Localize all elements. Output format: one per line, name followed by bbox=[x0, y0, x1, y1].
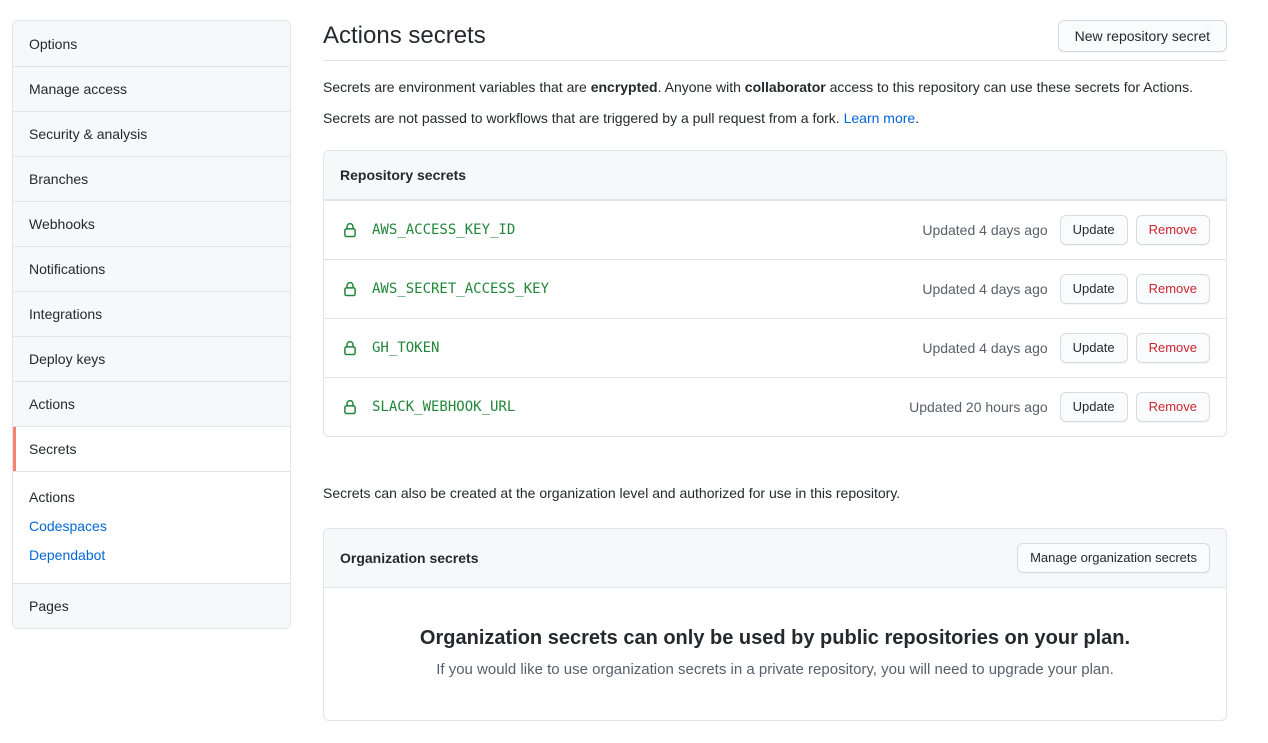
description-text: Secrets are environment variables that a… bbox=[323, 79, 591, 95]
sidebar-item-integrations[interactable]: Integrations bbox=[13, 291, 290, 336]
sidebar-item-actions[interactable]: Actions bbox=[13, 381, 290, 426]
sidebar-item-deploy-keys[interactable]: Deploy keys bbox=[13, 336, 290, 381]
description-text: Secrets are not passed to workflows that… bbox=[323, 110, 844, 126]
organization-secrets-box: Organization secrets Manage organization… bbox=[323, 528, 1227, 721]
secret-updated: Updated 4 days ago bbox=[922, 222, 1047, 238]
new-repository-secret-button[interactable]: New repository secret bbox=[1058, 20, 1227, 52]
secret-updated: Updated 4 days ago bbox=[922, 340, 1047, 356]
lock-icon bbox=[342, 281, 358, 297]
secret-row: GH_TOKEN Updated 4 days ago Update Remov… bbox=[324, 318, 1226, 377]
update-button[interactable]: Update bbox=[1060, 392, 1128, 422]
repository-secrets-header: Repository secrets bbox=[324, 151, 1226, 200]
secret-name: AWS_SECRET_ACCESS_KEY bbox=[372, 281, 549, 297]
sidebar-item-options[interactable]: Options bbox=[13, 21, 290, 66]
remove-button[interactable]: Remove bbox=[1136, 274, 1210, 304]
secret-row: SLACK_WEBHOOK_URL Updated 20 hours ago U… bbox=[324, 377, 1226, 436]
sidebar-item-pages[interactable]: Pages bbox=[13, 583, 290, 628]
remove-button[interactable]: Remove bbox=[1136, 392, 1210, 422]
update-button[interactable]: Update bbox=[1060, 333, 1128, 363]
secrets-description-line2: Secrets are not passed to workflows that… bbox=[323, 108, 1227, 129]
remove-button[interactable]: Remove bbox=[1136, 333, 1210, 363]
sidebar-item-security-analysis[interactable]: Security & analysis bbox=[13, 111, 290, 156]
sidebar-item-webhooks[interactable]: Webhooks bbox=[13, 201, 290, 246]
secret-name: AWS_ACCESS_KEY_ID bbox=[372, 222, 515, 238]
secrets-description-line1: Secrets are environment variables that a… bbox=[323, 77, 1227, 98]
sidebar-item-manage-access[interactable]: Manage access bbox=[13, 66, 290, 111]
secrets-subnav: Actions Codespaces Dependabot bbox=[13, 471, 290, 583]
organization-secrets-title: Organization secrets bbox=[340, 550, 479, 566]
repository-secrets-title: Repository secrets bbox=[340, 167, 466, 183]
organization-secrets-header: Organization secrets Manage organization… bbox=[324, 529, 1226, 588]
blankslate-text: If you would like to use organization se… bbox=[356, 659, 1194, 680]
secret-updated: Updated 20 hours ago bbox=[909, 399, 1048, 415]
secret-updated: Updated 4 days ago bbox=[922, 281, 1047, 297]
settings-sidebar: Options Manage access Security & analysi… bbox=[12, 20, 291, 629]
page-subhead: Actions secrets New repository secret bbox=[323, 20, 1227, 61]
lock-icon bbox=[342, 222, 358, 238]
description-text: access to this repository can use these … bbox=[826, 79, 1193, 95]
description-text: . bbox=[915, 110, 919, 126]
secret-name: GH_TOKEN bbox=[372, 340, 439, 356]
remove-button[interactable]: Remove bbox=[1136, 215, 1210, 245]
lock-icon bbox=[342, 399, 358, 415]
sidebar-item-secrets[interactable]: Secrets bbox=[13, 426, 290, 471]
lock-icon bbox=[342, 340, 358, 356]
sidebar-item-branches[interactable]: Branches bbox=[13, 156, 290, 201]
secret-row: AWS_SECRET_ACCESS_KEY Updated 4 days ago… bbox=[324, 259, 1226, 318]
manage-organization-secrets-button[interactable]: Manage organization secrets bbox=[1017, 543, 1210, 573]
secret-row: AWS_ACCESS_KEY_ID Updated 4 days ago Upd… bbox=[324, 200, 1226, 259]
secret-name: SLACK_WEBHOOK_URL bbox=[372, 399, 515, 415]
description-bold-encrypted: encrypted bbox=[591, 79, 658, 95]
sidebar-item-notifications[interactable]: Notifications bbox=[13, 246, 290, 291]
repository-secrets-box: Repository secrets AWS_ACCESS_KEY_ID Upd… bbox=[323, 150, 1227, 437]
organization-secrets-blankslate: Organization secrets can only be used by… bbox=[324, 588, 1226, 720]
update-button[interactable]: Update bbox=[1060, 274, 1128, 304]
organization-secrets-note: Secrets can also be created at the organ… bbox=[323, 483, 1227, 504]
update-button[interactable]: Update bbox=[1060, 215, 1128, 245]
description-bold-collaborator: collaborator bbox=[745, 79, 826, 95]
page-title: Actions secrets bbox=[323, 20, 486, 52]
learn-more-link[interactable]: Learn more bbox=[844, 110, 916, 126]
main-content: Actions secrets New repository secret Se… bbox=[323, 20, 1227, 721]
subnav-item-dependabot[interactable]: Dependabot bbox=[13, 541, 290, 570]
subnav-item-codespaces[interactable]: Codespaces bbox=[13, 512, 290, 541]
description-text: . Anyone with bbox=[658, 79, 745, 95]
subnav-item-actions[interactable]: Actions bbox=[13, 483, 290, 512]
blankslate-heading: Organization secrets can only be used by… bbox=[356, 625, 1194, 651]
